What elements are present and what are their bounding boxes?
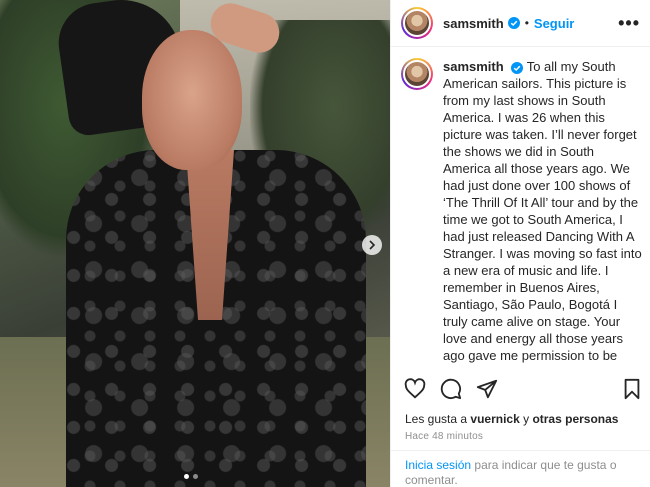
carousel-dot-active [184, 474, 189, 479]
caption-avatar[interactable] [401, 58, 433, 90]
save-button[interactable] [620, 377, 644, 401]
post-image [0, 0, 390, 487]
carousel-dot [193, 474, 198, 479]
image-person-head [142, 30, 242, 170]
avatar[interactable] [401, 7, 433, 39]
likes-summary: Les gusta a vuernick y otras personas [405, 412, 618, 426]
caption-username-link[interactable]: samsmith [443, 59, 504, 74]
follow-button[interactable]: Seguir [534, 16, 574, 31]
share-icon [476, 379, 498, 399]
likes-user-link[interactable]: vuernick [470, 412, 519, 426]
chevron-right-icon [369, 240, 376, 250]
bookmark-icon [624, 378, 640, 400]
share-button[interactable] [475, 377, 499, 401]
comment-button[interactable] [439, 377, 463, 401]
header-separator: • [524, 16, 529, 30]
carousel-indicator [184, 474, 198, 479]
like-button[interactable] [403, 377, 427, 401]
post-timestamp[interactable]: Hace 48 minutos [405, 431, 483, 442]
header-username-link[interactable]: samsmith [443, 16, 504, 31]
likes-connector: y [523, 412, 530, 426]
post-header: samsmith • Seguir ••• [391, 0, 650, 47]
caption-container: samsmith To all my South American sailor… [401, 58, 646, 366]
caption-text: samsmith To all my South American sailor… [443, 58, 643, 366]
caption-body: To all my South American sailors. This p… [443, 59, 642, 366]
login-prompt: Inicia sesión para indicar que te gusta … [405, 458, 640, 487]
more-options-button[interactable]: ••• [618, 13, 640, 34]
divider [391, 450, 650, 451]
verified-badge-icon [507, 17, 520, 29]
heart-icon [404, 378, 426, 399]
carousel-next-button[interactable] [362, 235, 382, 255]
likes-prefix: Les gusta a [405, 412, 468, 426]
verified-badge-icon [511, 61, 524, 74]
login-link[interactable]: Inicia sesión [405, 458, 471, 472]
post-actions [403, 376, 644, 402]
likes-others-link[interactable]: otras personas [532, 412, 618, 426]
comment-icon [440, 378, 462, 400]
post-side-panel: samsmith • Seguir ••• samsmith To all my… [390, 0, 650, 487]
